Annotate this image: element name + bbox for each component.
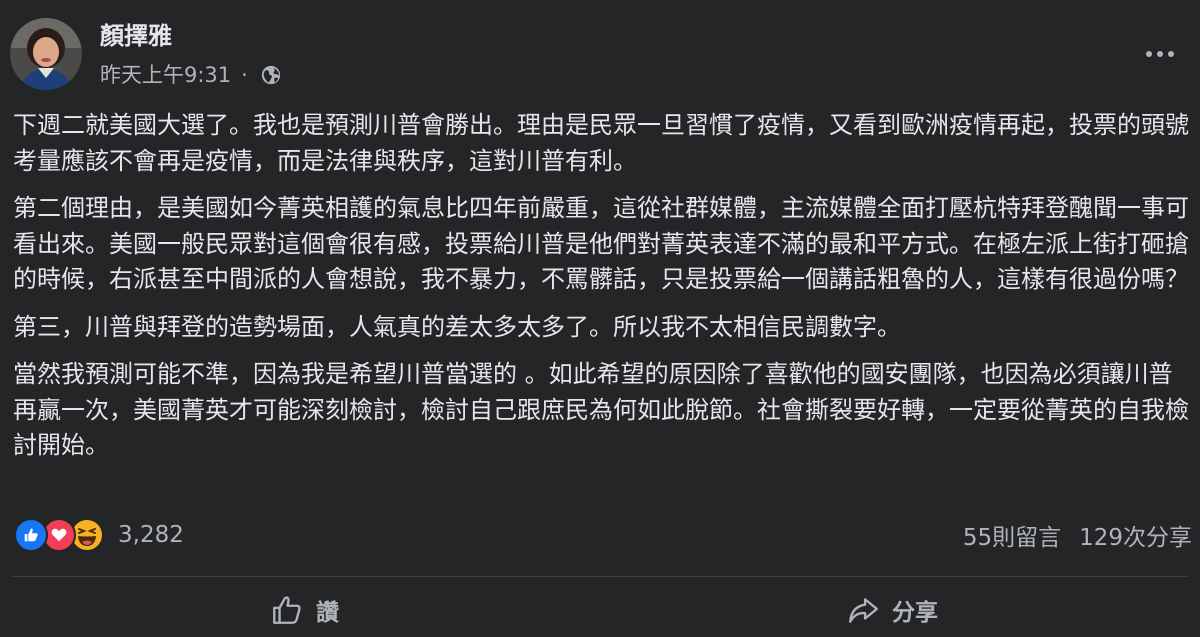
author-name[interactable]: 顏擇雅 [100, 20, 172, 52]
post-paragraph: 當然我預測可能不準，因為我是希望川普當選的 。如此希望的原因除了喜歡他的國安團隊… [13, 360, 1189, 459]
divider [12, 576, 1188, 577]
post-paragraph: 下週二就美國大選了。我也是預測川普會勝出。理由是民眾一旦習慣了疫情，又看到歐洲疫… [13, 111, 1189, 175]
meta-separator: · [241, 63, 248, 87]
share-button[interactable]: 分享 [846, 585, 938, 635]
more-options-button[interactable] [1138, 38, 1182, 70]
post-timestamp[interactable]: 昨天上午9:31 [100, 60, 231, 90]
thumbs-up-icon [273, 596, 301, 624]
share-button-label: 分享 [892, 600, 938, 626]
post-paragraph: 第二個理由，是美國如今菁英相護的氣息比四年前嚴重，這從社群媒體，主流媒體全面打壓… [13, 194, 1189, 293]
avatar-portrait [10, 18, 82, 90]
author-avatar[interactable] [10, 18, 82, 90]
share-arrow-icon [849, 598, 878, 623]
more-dot-icon [1157, 51, 1163, 57]
more-dot-icon [1146, 51, 1152, 57]
comment-count-link[interactable]: 55則留言 [963, 518, 1061, 552]
share-count-link[interactable]: 129次分享 [1079, 518, 1192, 552]
facebook-post: 顏擇雅 昨天上午9:31 · 下週二就美國大選了。我也是預測川普會勝出。理由是民… [0, 0, 1200, 637]
post-meta: 昨天上午9:31 · [100, 60, 282, 90]
more-dot-icon [1168, 51, 1174, 57]
globe-icon[interactable] [260, 64, 282, 86]
reaction-count[interactable]: 3,282 [118, 522, 184, 548]
reaction-summary[interactable]: 3,282 [14, 517, 184, 553]
post-paragraph: 第三，川普與拜登的造勢場面，人氣真的差太多太多了。所以我不太相信民調數字。 [13, 312, 901, 341]
engagement-stats: 55則留言 129次分享 [963, 517, 1192, 553]
post-content: 下週二就美國大選了。我也是預測川普會勝出。理由是民眾一旦習慣了疫情，又看到歐洲疫… [13, 108, 1191, 476]
like-button-label: 讚 [316, 600, 339, 626]
like-button[interactable]: 讚 [270, 585, 339, 635]
like-reaction-icon [14, 518, 48, 552]
